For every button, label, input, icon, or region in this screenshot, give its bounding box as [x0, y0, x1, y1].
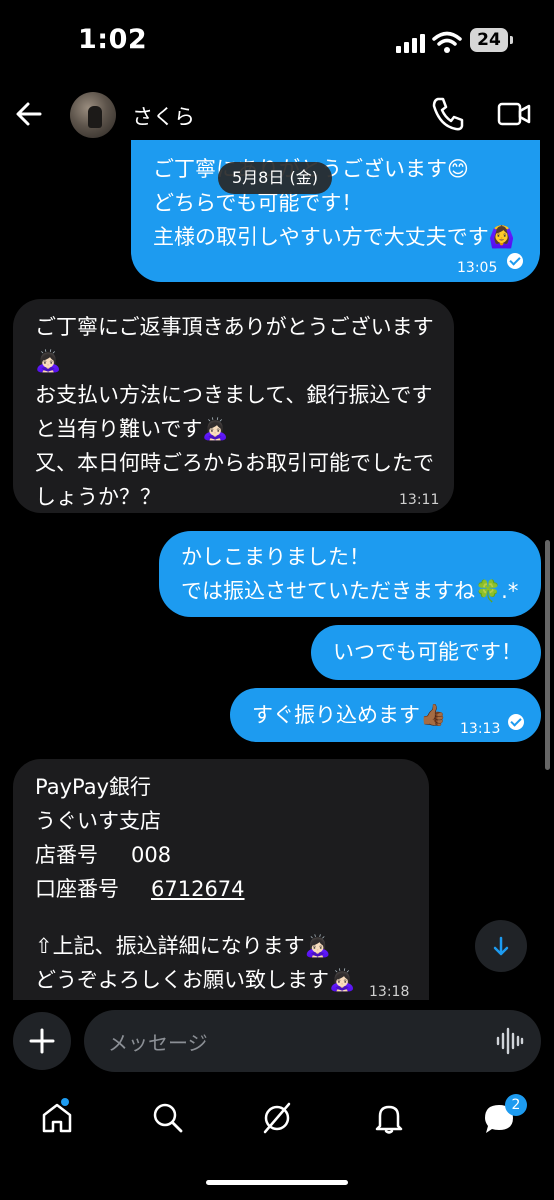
branch-number: 008 — [131, 843, 172, 867]
battery-tip — [510, 36, 513, 44]
message-bubble-outgoing[interactable]: すぐ振り込めます👍🏾 13:13 — [230, 688, 541, 742]
cellular-signal-icon — [396, 34, 425, 53]
contact-name[interactable]: さくら — [132, 101, 195, 131]
message-bubble-outgoing[interactable]: かしこまりました！ では振込させていただきますね🍀.* — [159, 531, 541, 617]
battery-level: 24 — [470, 28, 508, 52]
message-text: すぐ振り込めます👍🏾 — [252, 703, 447, 727]
message-text: かしこまりました！ では振込させていただきますね🍀.* — [181, 545, 519, 603]
home-icon[interactable] — [39, 1100, 75, 1136]
message-input[interactable]: メッセージ — [84, 1010, 541, 1072]
status-bar: 1:02 24 — [0, 0, 554, 84]
read-check-icon — [507, 253, 523, 269]
voice-message-icon[interactable] — [496, 1026, 524, 1056]
avatar-photo — [88, 106, 102, 128]
branch-number-label: 店番号 — [35, 843, 98, 867]
video-call-icon[interactable] — [496, 97, 532, 131]
message-timestamp: 13:11 — [399, 492, 440, 508]
read-check-icon — [508, 714, 524, 730]
grok-icon[interactable] — [259, 1100, 295, 1136]
message-text: ご丁寧にありがとうございます😊 どちらでも可能です！ 主様の取引しやすい方で大丈… — [153, 157, 515, 249]
account-number-label: 口座番号 — [35, 877, 119, 901]
message-text: ご丁寧にご返事頂きありがとうございます 🙇🏻‍♀️ お支払い方法につきまして、銀… — [35, 315, 434, 509]
home-indicator — [206, 1180, 348, 1185]
wifi-icon — [432, 31, 462, 53]
plus-icon — [29, 1028, 55, 1054]
message-text: ⇧上記、振込詳細になります🙇🏻‍♀️ — [35, 934, 331, 958]
message-bubble-incoming[interactable]: ご丁寧にご返事頂きありがとうございます 🙇🏻‍♀️ お支払い方法につきまして、銀… — [13, 299, 454, 513]
phone-call-icon[interactable] — [430, 96, 464, 132]
branch-name: うぐいす支店 — [35, 809, 161, 833]
avatar[interactable] — [70, 92, 116, 138]
date-separator: 5月8日 (金) — [218, 162, 332, 194]
scrollbar[interactable] — [545, 540, 550, 770]
notifications-bell-icon[interactable] — [371, 1100, 407, 1136]
arrow-down-icon — [493, 936, 509, 956]
search-icon[interactable] — [150, 1100, 186, 1136]
add-attachment-button[interactable] — [13, 1012, 71, 1070]
home-notification-dot — [61, 1098, 69, 1106]
message-timestamp: 13:13 — [460, 721, 501, 737]
message-text: いつでも可能です！ — [333, 640, 522, 664]
message-bubble-outgoing[interactable]: ご丁寧にありがとうございます😊 どちらでも可能です！ 主様の取引しやすい方で大丈… — [131, 140, 540, 282]
back-arrow-icon[interactable] — [14, 97, 44, 131]
message-timestamp: 13:05 — [457, 260, 498, 276]
message-input-placeholder: メッセージ — [108, 1031, 208, 1055]
message-bubble-outgoing[interactable]: いつでも可能です！ — [311, 625, 541, 680]
messages-unread-badge: 2 — [505, 1094, 527, 1116]
scroll-to-bottom-button[interactable] — [475, 920, 527, 972]
bank-name: PayPay銀行 — [35, 775, 152, 799]
message-bubble-incoming[interactable]: PayPay銀行 うぐいす支店 店番号 008 口座番号 6712674 ⇧上記… — [13, 759, 429, 1019]
clock: 1:02 — [78, 24, 148, 55]
account-number-link[interactable]: 6712674 — [151, 872, 245, 906]
message-text: どうぞよろしくお願い致します🙇🏻‍♀️ — [35, 968, 356, 992]
